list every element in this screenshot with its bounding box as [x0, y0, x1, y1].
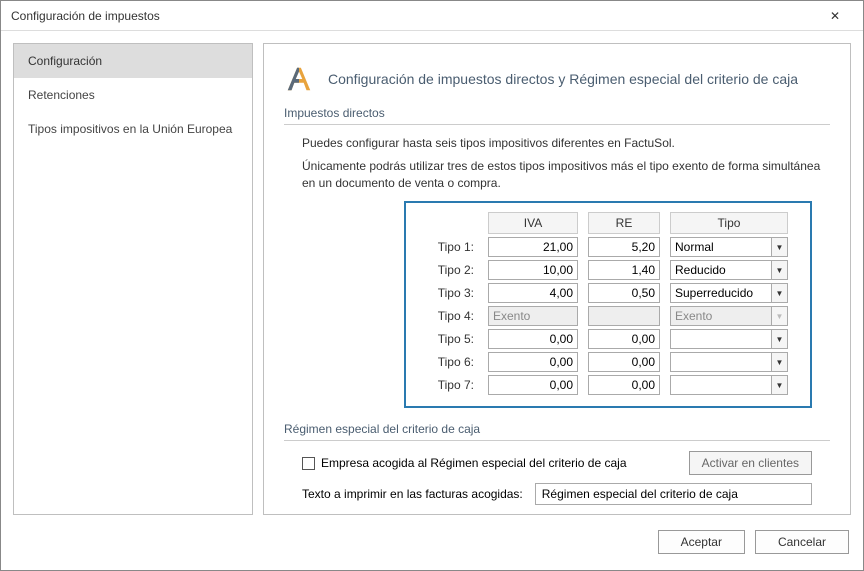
table-row: Tipo 2: ▼ [416, 260, 800, 280]
section-title-directos: Impuestos directos [284, 106, 830, 125]
sidebar-item-tipos-ue[interactable]: Tipos impositivos en la Unión Europea [14, 112, 252, 146]
row-label: Tipo 6: [416, 355, 478, 369]
row-label: Tipo 4: [416, 309, 478, 323]
iva-input[interactable] [488, 352, 578, 372]
page-header: Configuración de impuestos directos y Ré… [284, 64, 830, 94]
chevron-down-icon[interactable]: ▼ [771, 330, 787, 348]
chevron-down-icon[interactable]: ▼ [771, 261, 787, 279]
description-2: Únicamente podrás utilizar tres de estos… [302, 158, 830, 192]
col-header-re: RE [588, 212, 660, 234]
table-row: Tipo 6: ▼ [416, 352, 800, 372]
re-input [588, 306, 660, 326]
dialog-footer: Aceptar Cancelar [1, 527, 863, 557]
row-label: Tipo 1: [416, 240, 478, 254]
print-text-label: Texto a imprimir en las facturas acogida… [302, 487, 523, 501]
re-input[interactable] [588, 375, 660, 395]
tipo-select[interactable]: ▼ [670, 329, 788, 349]
close-button[interactable]: ✕ [815, 1, 855, 30]
row-label: Tipo 5: [416, 332, 478, 346]
cancel-button[interactable]: Cancelar [755, 530, 849, 554]
chevron-down-icon[interactable]: ▼ [771, 284, 787, 302]
checkbox-label: Empresa acogida al Régimen especial del … [321, 456, 627, 470]
tipo-select: ▼ [670, 306, 788, 326]
iva-input[interactable] [488, 329, 578, 349]
table-header: IVA RE Tipo [416, 212, 800, 234]
table-row: Tipo 5: ▼ [416, 329, 800, 349]
activate-clients-button[interactable]: Activar en clientes [689, 451, 812, 475]
sidebar-item-configuracion[interactable]: Configuración [14, 44, 252, 78]
sidebar-item-label: Configuración [28, 54, 102, 68]
print-text-row: Texto a imprimir en las facturas acogida… [302, 483, 812, 505]
tipo-select[interactable]: ▼ [670, 283, 788, 303]
iva-input[interactable] [488, 260, 578, 280]
close-icon: ✕ [830, 9, 840, 23]
col-header-iva: IVA [488, 212, 578, 234]
sidebar-item-label: Tipos impositivos en la Unión Europea [28, 122, 232, 136]
tipo-select[interactable]: ▼ [670, 375, 788, 395]
re-input[interactable] [588, 352, 660, 372]
table-row: Tipo 7: ▼ [416, 375, 800, 395]
checkbox-row: Empresa acogida al Régimen especial del … [302, 451, 812, 475]
row-label: Tipo 2: [416, 263, 478, 277]
print-text-input[interactable] [535, 483, 812, 505]
tax-table: IVA RE Tipo Tipo 1: ▼ Tipo 2: ▼ [404, 201, 812, 408]
tipo-select[interactable]: ▼ [670, 237, 788, 257]
regimen-checkbox[interactable] [302, 457, 315, 470]
description-1: Puedes configurar hasta seis tipos impos… [302, 135, 830, 152]
chevron-down-icon[interactable]: ▼ [771, 238, 787, 256]
sidebar-item-retenciones[interactable]: Retenciones [14, 78, 252, 112]
chevron-down-icon[interactable]: ▼ [771, 353, 787, 371]
page-title: Configuración de impuestos directos y Ré… [328, 71, 798, 87]
iva-input[interactable] [488, 237, 578, 257]
window-title: Configuración de impuestos [11, 9, 815, 23]
tipo-select[interactable]: ▼ [670, 352, 788, 372]
iva-input[interactable] [488, 283, 578, 303]
chevron-down-icon[interactable]: ▼ [771, 376, 787, 394]
re-input[interactable] [588, 283, 660, 303]
iva-input[interactable] [488, 375, 578, 395]
re-input[interactable] [588, 329, 660, 349]
tax-agency-icon [284, 64, 314, 94]
sidebar-item-label: Retenciones [28, 88, 95, 102]
row-label: Tipo 3: [416, 286, 478, 300]
chevron-down-icon: ▼ [771, 307, 787, 325]
table-row: Tipo 1: ▼ [416, 237, 800, 257]
row-label: Tipo 7: [416, 378, 478, 392]
section-title-regimen: Régimen especial del criterio de caja [284, 422, 830, 441]
table-row: Tipo 4: ▼ [416, 306, 800, 326]
tipo-select[interactable]: ▼ [670, 260, 788, 280]
re-input[interactable] [588, 260, 660, 280]
iva-input [488, 306, 578, 326]
main-panel: Configuración de impuestos directos y Ré… [263, 43, 851, 515]
table-row: Tipo 3: ▼ [416, 283, 800, 303]
re-input[interactable] [588, 237, 660, 257]
titlebar: Configuración de impuestos ✕ [1, 1, 863, 31]
accept-button[interactable]: Aceptar [658, 530, 745, 554]
col-header-tipo: Tipo [670, 212, 788, 234]
sidebar: Configuración Retenciones Tipos impositi… [13, 43, 253, 515]
